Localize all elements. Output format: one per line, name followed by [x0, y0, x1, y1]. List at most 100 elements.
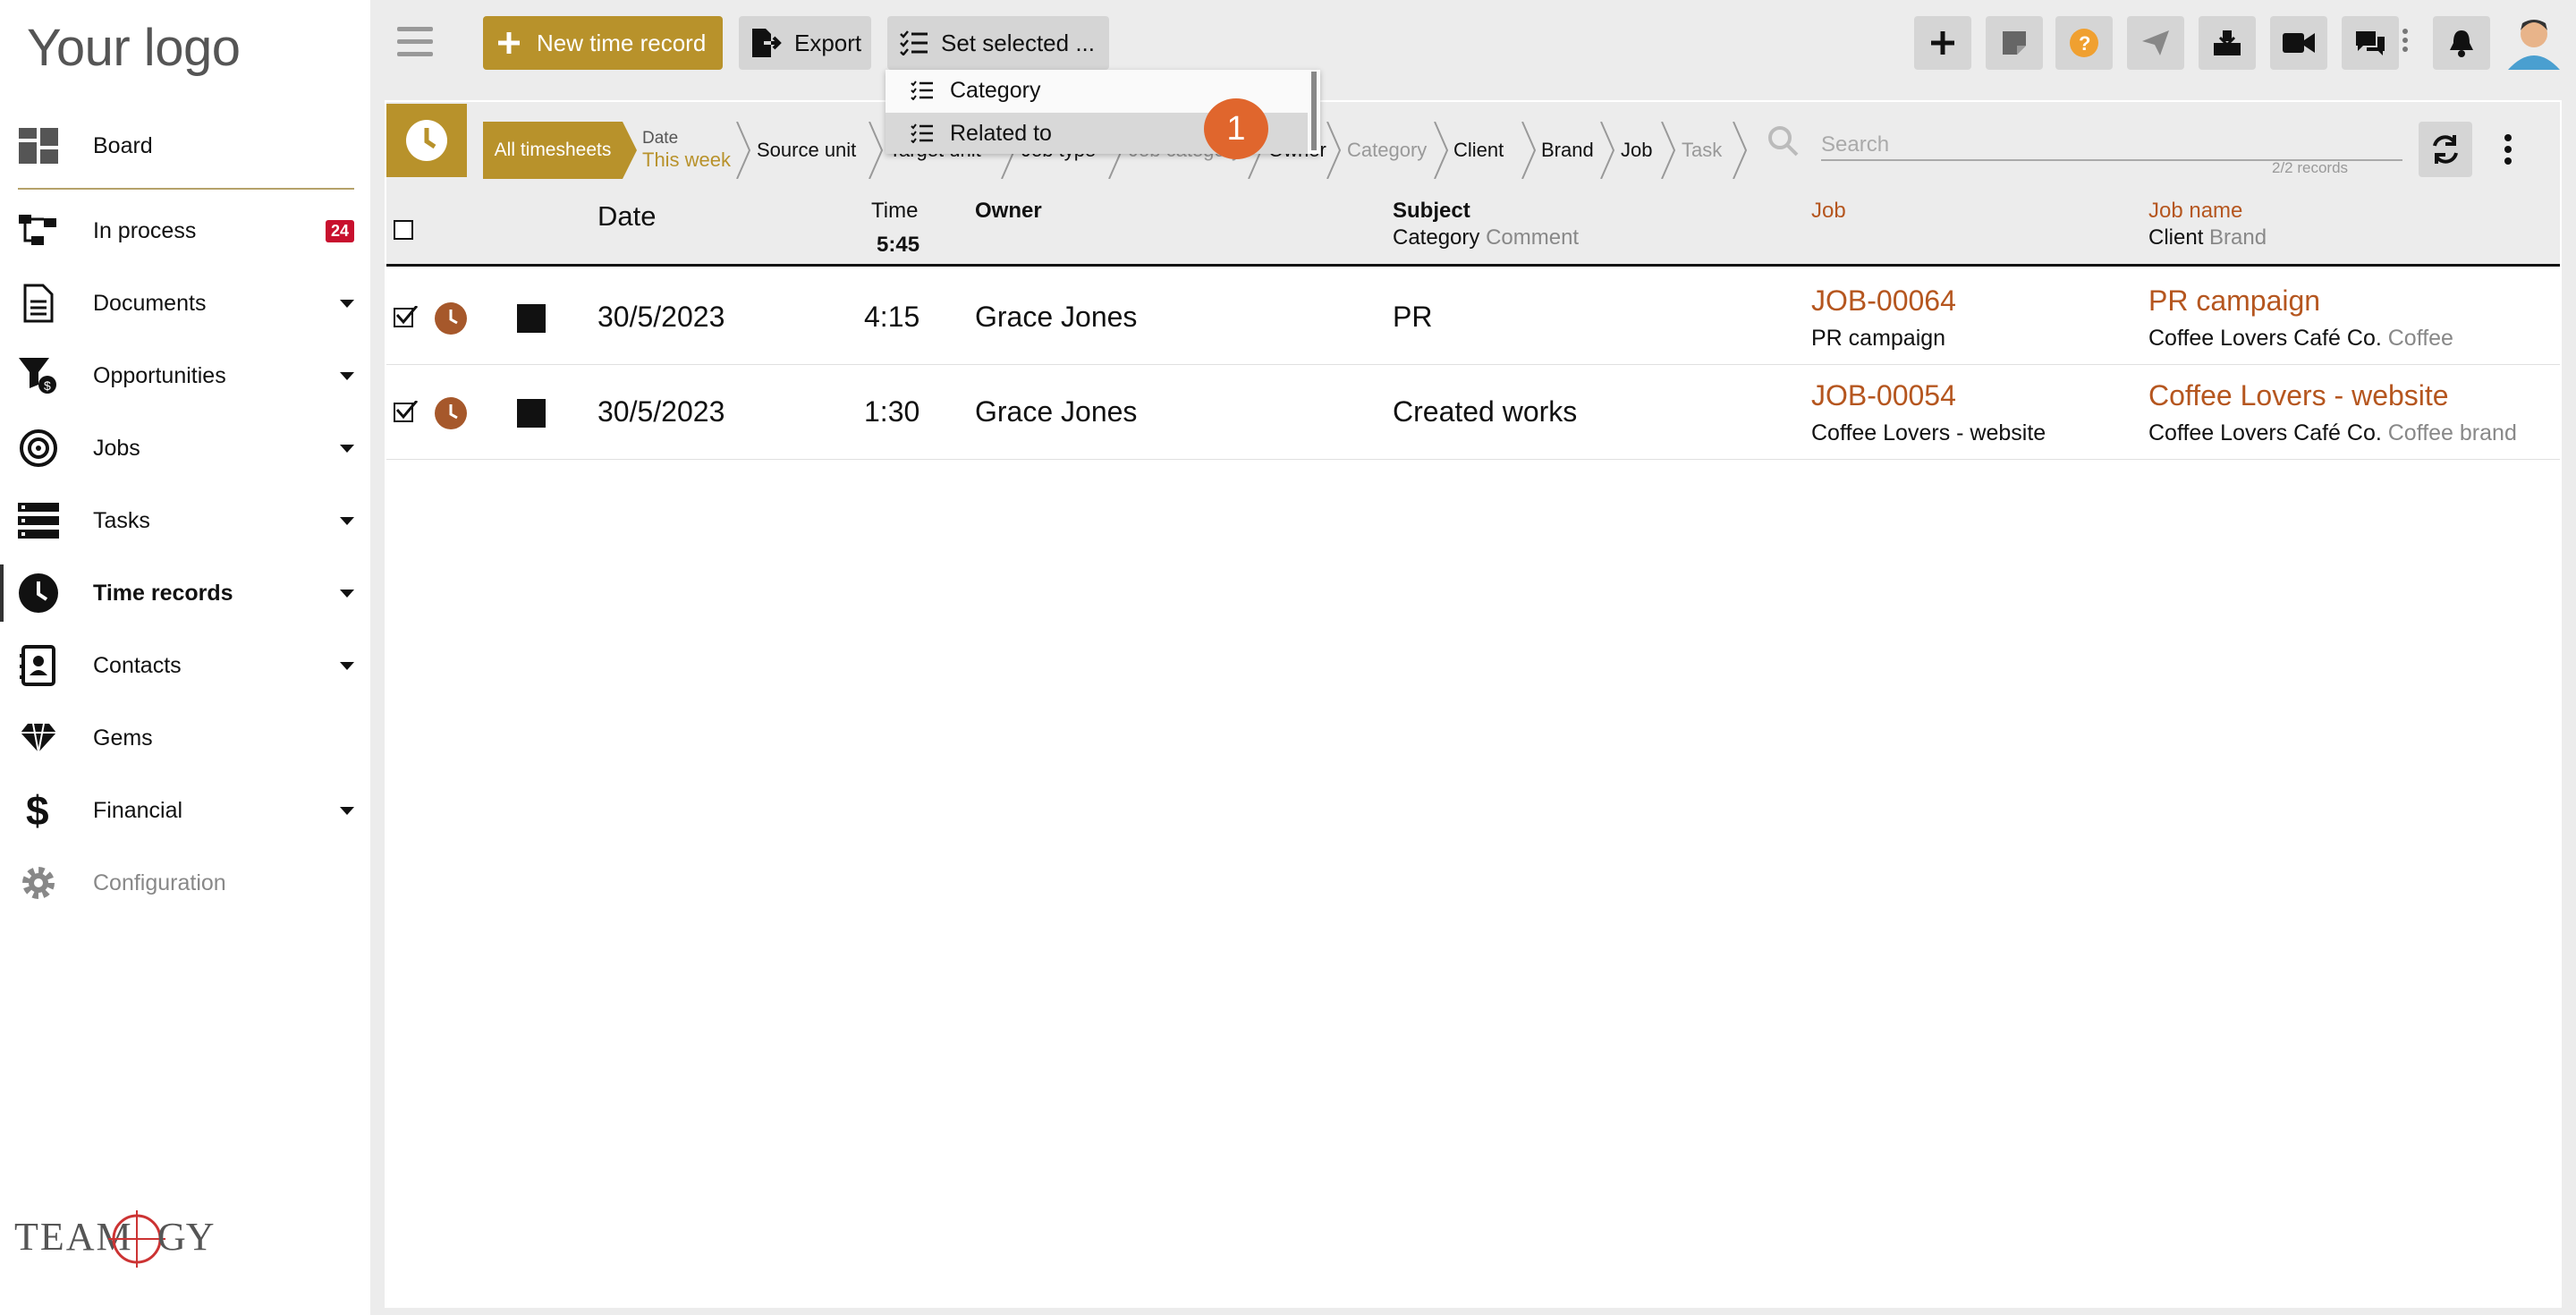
export-label: Export [794, 29, 862, 56]
chevron-right-icon [736, 122, 751, 179]
contacts-icon [18, 645, 59, 686]
row-client-brand: Coffee Lovers Café Co. Coffee brand [2148, 420, 2517, 446]
row-date: 30/5/2023 [597, 301, 725, 333]
row-date: 30/5/2023 [597, 395, 725, 428]
sidebar-item-contacts[interactable]: Contacts [0, 630, 370, 701]
bell-icon[interactable] [2433, 16, 2490, 70]
column-job-name[interactable]: Job name [2148, 199, 2242, 224]
chevron-right-icon [1326, 122, 1342, 179]
row-job-name-link[interactable]: Coffee Lovers - website [2148, 379, 2449, 412]
chevron-down-icon[interactable] [340, 589, 354, 598]
dropdown-scrollbar[interactable] [1311, 72, 1317, 150]
filter-job[interactable]: Job [1621, 123, 1652, 177]
opportunities-icon: $ [18, 355, 59, 396]
chevron-down-icon[interactable] [340, 661, 354, 670]
sidebar-item-gems[interactable]: Gems [0, 702, 370, 774]
sidebar-item-label: Configuration [93, 870, 226, 895]
sidebar-item-configuration[interactable]: Configuration [0, 847, 370, 919]
clock-icon [435, 302, 467, 335]
brand-logo: TEAM GY [14, 1210, 215, 1268]
column-date[interactable]: Date [597, 200, 656, 233]
row-client: Coffee Lovers Café Co. [2148, 326, 2382, 351]
chevron-down-icon[interactable] [340, 516, 354, 525]
sidebar-item-opportunities[interactable]: $ Opportunities [0, 340, 370, 411]
row-subject: PR [1393, 301, 1433, 333]
color-swatch [517, 304, 546, 333]
set-selected-button[interactable]: Set selected ... [887, 16, 1109, 70]
sidebar-item-tasks[interactable]: Tasks [0, 485, 370, 556]
column-client-brand: Client Brand [2148, 225, 2267, 250]
video-icon[interactable] [2270, 16, 2327, 70]
column-owner[interactable]: Owner [975, 199, 1042, 224]
row-brand: Coffee brand [2387, 420, 2517, 445]
chevron-down-icon[interactable] [340, 371, 354, 380]
filter-date-value: This week [642, 148, 732, 171]
dropdown-item-label: Related to [950, 120, 1052, 146]
column-subject[interactable]: Subject [1393, 199, 1470, 224]
dollar-icon: $ [18, 789, 59, 832]
row-job-link[interactable]: JOB-00064 [1811, 284, 1956, 318]
column-comment[interactable]: Comment [1486, 225, 1579, 250]
sidebar-item-label: Contacts [93, 652, 182, 678]
filter-category[interactable]: Category [1347, 123, 1427, 177]
refresh-button[interactable] [2419, 122, 2472, 177]
help-icon[interactable]: ? [2055, 16, 2113, 70]
checklist-icon [911, 81, 933, 100]
row-job-link[interactable]: JOB-00054 [1811, 379, 1956, 412]
search-input[interactable]: Search [1821, 129, 2402, 161]
filter-all-timesheets[interactable]: All timesheets [483, 122, 623, 179]
clock-icon [435, 397, 467, 429]
sidebar-divider [18, 188, 354, 190]
chevron-right-icon [869, 122, 884, 179]
new-time-record-button[interactable]: New time record [483, 16, 723, 70]
filter-source-unit[interactable]: Source unit [757, 123, 856, 177]
sidebar-item-jobs[interactable]: Jobs [0, 412, 370, 484]
column-time[interactable]: Time [871, 199, 918, 224]
refresh-icon [2433, 135, 2458, 164]
more-vertical-icon[interactable] [2402, 29, 2408, 52]
sidebar-item-documents[interactable]: Documents [0, 267, 370, 339]
count-badge: 24 [326, 219, 355, 242]
app-logo: Your logo [27, 19, 241, 77]
sidebar-item-label: Time records [93, 580, 233, 606]
row-brand: Coffee [2387, 326, 2453, 351]
sidebar-item-financial[interactable]: $ Financial [0, 775, 370, 846]
export-icon [752, 29, 782, 57]
filter-client[interactable]: Client [1453, 123, 1504, 177]
chat-icon[interactable] [2342, 16, 2399, 70]
filter-brand[interactable]: Brand [1541, 123, 1594, 177]
more-options-icon[interactable] [2504, 134, 2512, 169]
svg-text:$: $ [26, 789, 49, 832]
row-checkbox[interactable] [394, 401, 419, 422]
chevron-down-icon[interactable] [340, 806, 354, 815]
column-category[interactable]: Category [1393, 225, 1479, 250]
column-client[interactable]: Client [2148, 225, 2203, 250]
sidebar-item-time-records[interactable]: Time records [0, 557, 370, 629]
sidebar-item-in-process[interactable]: In process 24 [0, 195, 370, 267]
chevron-right-icon [1661, 122, 1676, 179]
table-row[interactable]: 30/5/2023 1:30 Grace Jones Created works… [386, 365, 2560, 460]
note-icon[interactable] [1986, 16, 2043, 70]
row-time: 4:15 [864, 301, 920, 333]
avatar[interactable] [2504, 11, 2563, 70]
export-button[interactable]: Export [739, 16, 871, 70]
chevron-down-icon[interactable] [340, 444, 354, 453]
send-icon[interactable] [2127, 16, 2184, 70]
row-checkbox[interactable] [394, 306, 419, 327]
column-job[interactable]: Job [1811, 199, 1846, 224]
sidebar-item-label: Opportunities [93, 362, 226, 388]
filter-task[interactable]: Task [1682, 123, 1722, 177]
chevron-right-icon [1600, 122, 1615, 179]
chevron-down-icon[interactable] [340, 299, 354, 308]
row-job-name-link[interactable]: PR campaign [2148, 284, 2320, 318]
menu-icon[interactable] [397, 27, 433, 64]
row-client-brand: Coffee Lovers Café Co. Coffee [2148, 326, 2453, 352]
table-row[interactable]: 30/5/2023 4:15 Grace Jones PR JOB-00064 … [386, 270, 2560, 365]
select-all-checkbox[interactable] [394, 220, 413, 240]
add-icon[interactable] [1914, 16, 1971, 70]
inbox-icon[interactable] [2199, 16, 2256, 70]
row-owner: Grace Jones [975, 395, 1138, 428]
sidebar-item-board[interactable]: Board [0, 110, 370, 182]
filter-date[interactable]: Date This week [642, 123, 731, 177]
column-brand[interactable]: Brand [2209, 225, 2267, 250]
